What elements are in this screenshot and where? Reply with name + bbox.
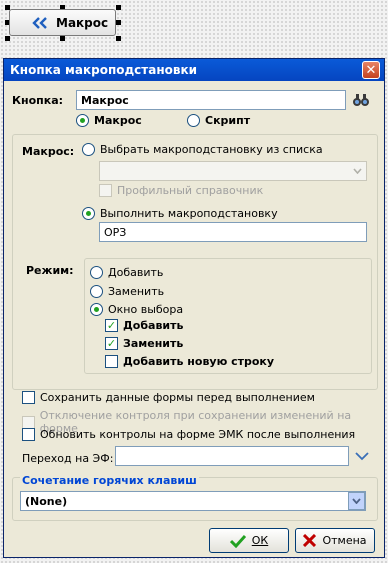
ok-button[interactable]: ОК — [209, 528, 289, 553]
execute-macro-radio[interactable] — [82, 207, 95, 220]
cancel-button-label: Отмена — [322, 534, 367, 547]
save-form-data-label: Сохранить данные формы перед выполнением — [40, 391, 315, 404]
mode-label: Режим: — [26, 264, 74, 277]
mode-choice-window-label: Окно выбора — [108, 303, 184, 316]
cancel-button[interactable]: Отмена — [295, 528, 375, 553]
hotkeys-dropdown-arrow[interactable] — [348, 492, 365, 510]
ok-button-label: ОК — [251, 534, 269, 547]
chevron-down-icon — [352, 168, 362, 174]
macro-label: Макрос: — [22, 145, 75, 158]
execute-macro-option[interactable]: Выполнить макроподстановку — [82, 207, 278, 220]
mode-option-add[interactable]: Добавить — [90, 266, 163, 279]
selection-handle-mr[interactable] — [116, 20, 121, 25]
checkmark-icon — [229, 534, 246, 548]
button-name-input[interactable]: Макрос — [76, 90, 346, 110]
type-option-macro[interactable]: Макрос — [76, 114, 142, 127]
hotkeys-value: (None) — [25, 494, 68, 508]
transition-input[interactable] — [115, 446, 349, 466]
transition-label: Переход на ЭФ: — [22, 452, 114, 465]
chevron-down-icon[interactable] — [355, 452, 369, 461]
designer-macro-button[interactable]: Макрос — [9, 9, 116, 36]
disable-control-checkbox[interactable] — [22, 415, 35, 429]
macro-button-dialog: Кнопка макроподстановки ✕ Кнопка: Макрос… — [3, 58, 385, 558]
selection-handle-bl[interactable] — [5, 36, 10, 41]
sub-add-new-row-checkbox[interactable] — [105, 355, 118, 368]
close-button[interactable]: ✕ — [362, 61, 380, 79]
profile-reference-label: Профильный справочник — [117, 184, 264, 197]
designer-button-label: Макрос — [56, 15, 109, 30]
sub-option-add-new-row[interactable]: Добавить новую строку — [105, 355, 274, 368]
selection-handle-br[interactable] — [116, 36, 121, 41]
mode-replace-label: Заменить — [108, 285, 165, 298]
profile-reference-option[interactable]: Профильный справочник — [99, 184, 263, 197]
binoculars-icon[interactable] — [352, 92, 370, 108]
macro-list-dropdown-arrow[interactable] — [349, 163, 365, 179]
option-save-form-data[interactable]: Сохранить данные формы перед выполнением — [22, 391, 315, 404]
save-form-data-checkbox[interactable] — [22, 391, 35, 404]
close-icon: ✕ — [365, 62, 377, 78]
sub-option-add[interactable]: ✓ Добавить — [105, 319, 183, 332]
choose-from-list-radio[interactable] — [82, 143, 95, 156]
sub-replace-checkbox[interactable]: ✓ — [105, 337, 118, 350]
mode-replace-radio[interactable] — [90, 285, 103, 298]
dialog-title-bar[interactable]: Кнопка макроподстановки — [4, 59, 384, 81]
choose-from-list-option[interactable]: Выбрать макроподстановку из списка — [82, 143, 323, 156]
hotkeys-title: Сочетание горячих клавиш — [20, 474, 199, 487]
execute-macro-label: Выполнить макроподстановку — [100, 207, 278, 220]
type-script-radio[interactable] — [187, 114, 200, 127]
mode-choice-window-radio[interactable] — [90, 303, 103, 316]
macro-list-dropdown[interactable] — [99, 161, 367, 181]
sub-add-label: Добавить — [123, 319, 184, 332]
type-script-label: Скрипт — [205, 114, 251, 127]
selection-handle-bm[interactable] — [60, 36, 65, 41]
sub-option-replace[interactable]: ✓ Заменить — [105, 337, 183, 350]
double-chevron-left-icon — [32, 16, 47, 29]
hotkeys-select[interactable]: (None) — [20, 491, 366, 511]
type-option-script[interactable]: Скрипт — [187, 114, 250, 127]
sub-add-new-row-label: Добавить новую строку — [123, 355, 275, 368]
choose-from-list-label: Выбрать макроподстановку из списка — [100, 143, 323, 156]
type-macro-radio[interactable] — [76, 114, 89, 127]
option-refresh-controls[interactable]: Обновить контролы на форме ЭМК после вып… — [22, 428, 355, 441]
sub-replace-label: Заменить — [123, 337, 184, 350]
execute-macro-input[interactable]: ОРЗ — [99, 222, 367, 242]
type-macro-label: Макрос — [94, 114, 142, 127]
mode-option-replace[interactable]: Заменить — [90, 285, 164, 298]
chevron-down-icon — [352, 498, 361, 504]
refresh-controls-label: Обновить контролы на форме ЭМК после вып… — [40, 428, 356, 441]
button-field-label: Кнопка: — [12, 94, 64, 107]
mode-add-radio[interactable] — [90, 266, 103, 279]
sub-add-checkbox[interactable]: ✓ — [105, 319, 118, 332]
mode-option-choice-window[interactable]: Окно выбора — [90, 303, 183, 316]
cross-icon — [303, 534, 317, 547]
dialog-title: Кнопка макроподстановки — [10, 63, 198, 77]
refresh-controls-checkbox[interactable] — [22, 428, 35, 441]
profile-reference-checkbox[interactable] — [99, 184, 112, 197]
selection-handle-tr[interactable] — [116, 5, 121, 10]
mode-add-label: Добавить — [108, 266, 164, 279]
